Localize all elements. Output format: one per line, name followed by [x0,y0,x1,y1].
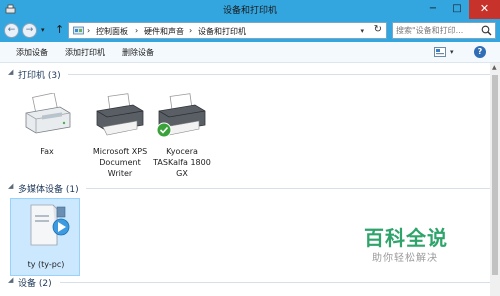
printer-icon [96,93,144,136]
device-kyocera-taskalfa[interactable]: Kyocera TASKalfa 1800 GX [147,93,217,178]
breadcrumb-separator: › [189,26,193,35]
watermark-title: 百科全说 [364,226,448,250]
fax-icon [25,93,71,134]
breadcrumb-separator: › [135,26,139,35]
printer-default-icon [156,93,206,138]
device-microsoft-xps[interactable]: Microsoft XPS Document Writer [85,93,155,178]
add-device-button[interactable]: 添加设备 [16,47,48,58]
group-header-devices[interactable]: ◢ 设备 (2) [0,275,490,289]
forward-button[interactable]: → [22,23,37,38]
device-label-line: GX [176,169,188,178]
device-label-line: Microsoft XPS [92,147,148,156]
device-label-line: Document [99,158,141,167]
watermark-subtitle: 助你轻松解决 [372,253,438,264]
vertical-scrollbar[interactable]: ▲ [490,63,500,296]
group-header-multimedia[interactable]: ◢ 多媒体设备 (1) [0,181,490,195]
close-button[interactable]: ✕ [469,0,500,19]
device-label: ty (ty-pc) [27,260,65,269]
breadcrumb-control-panel[interactable]: 控制面板 [96,26,128,37]
remove-device-button[interactable]: 删除设备 [122,47,154,58]
command-bar: 添加设备 添加打印机 删除设备 ▾ ? [0,42,500,63]
up-button[interactable]: ↑ [55,23,64,36]
search-icon[interactable] [481,25,492,36]
device-label-line: TASKalfa 1800 [153,158,211,167]
group-divider [86,188,490,189]
watermark: 百科全说 助你轻松解决 [360,222,480,270]
group-label: 设备 (2) [18,279,52,289]
collapse-chevron-icon[interactable]: ◢ [8,182,13,190]
control-panel-icon [73,26,84,35]
breadcrumb-devices-printers[interactable]: 设备和打印机 [198,26,246,37]
device-label: Fax [40,147,54,156]
search-input[interactable] [396,24,480,37]
breadcrumb-separator: › [87,26,91,35]
media-server-icon [30,204,70,246]
scrollbar-thumb[interactable] [492,75,498,275]
address-bar[interactable]: › 控制面板 › 硬件和声音 › 设备和打印机 ▾ ↻ [68,22,387,39]
address-dropdown-icon[interactable]: ▾ [360,27,364,35]
device-fax[interactable]: Fax [12,93,82,156]
refresh-icon[interactable]: ↻ [374,24,382,35]
search-box[interactable] [392,22,496,39]
group-label: 多媒体设备 (1) [18,185,79,195]
view-options-dropdown[interactable]: ▾ [450,48,454,56]
back-button[interactable]: ← [4,23,19,38]
collapse-chevron-icon[interactable]: ◢ [8,68,13,76]
group-divider [60,282,490,283]
title-bar: 设备和打印机 − □ ✕ [0,0,500,19]
device-label-line: Kyocera [166,147,198,156]
collapse-chevron-icon[interactable]: ◢ [8,276,13,284]
change-view-icon[interactable] [434,47,446,57]
group-divider [68,74,490,75]
device-label-line: Writer [107,169,133,178]
device-media-server[interactable]: ty (ty-pc) [10,198,80,276]
recent-locations-dropdown[interactable]: ▾ [41,26,45,34]
scroll-up-icon[interactable]: ▲ [492,64,497,71]
help-button[interactable]: ? [474,46,486,58]
group-label: 打印机 (3) [18,71,61,81]
group-header-printers[interactable]: ◢ 打印机 (3) [0,67,490,81]
address-row: ← → ▾ ↑ › 控制面板 › 硬件和声音 › 设备和打印机 ▾ ↻ [0,19,500,42]
minimize-button[interactable]: − [421,0,445,19]
maximize-button[interactable]: □ [445,0,469,19]
breadcrumb-hardware-sound[interactable]: 硬件和声音 [144,26,184,37]
add-printer-button[interactable]: 添加打印机 [65,47,105,58]
